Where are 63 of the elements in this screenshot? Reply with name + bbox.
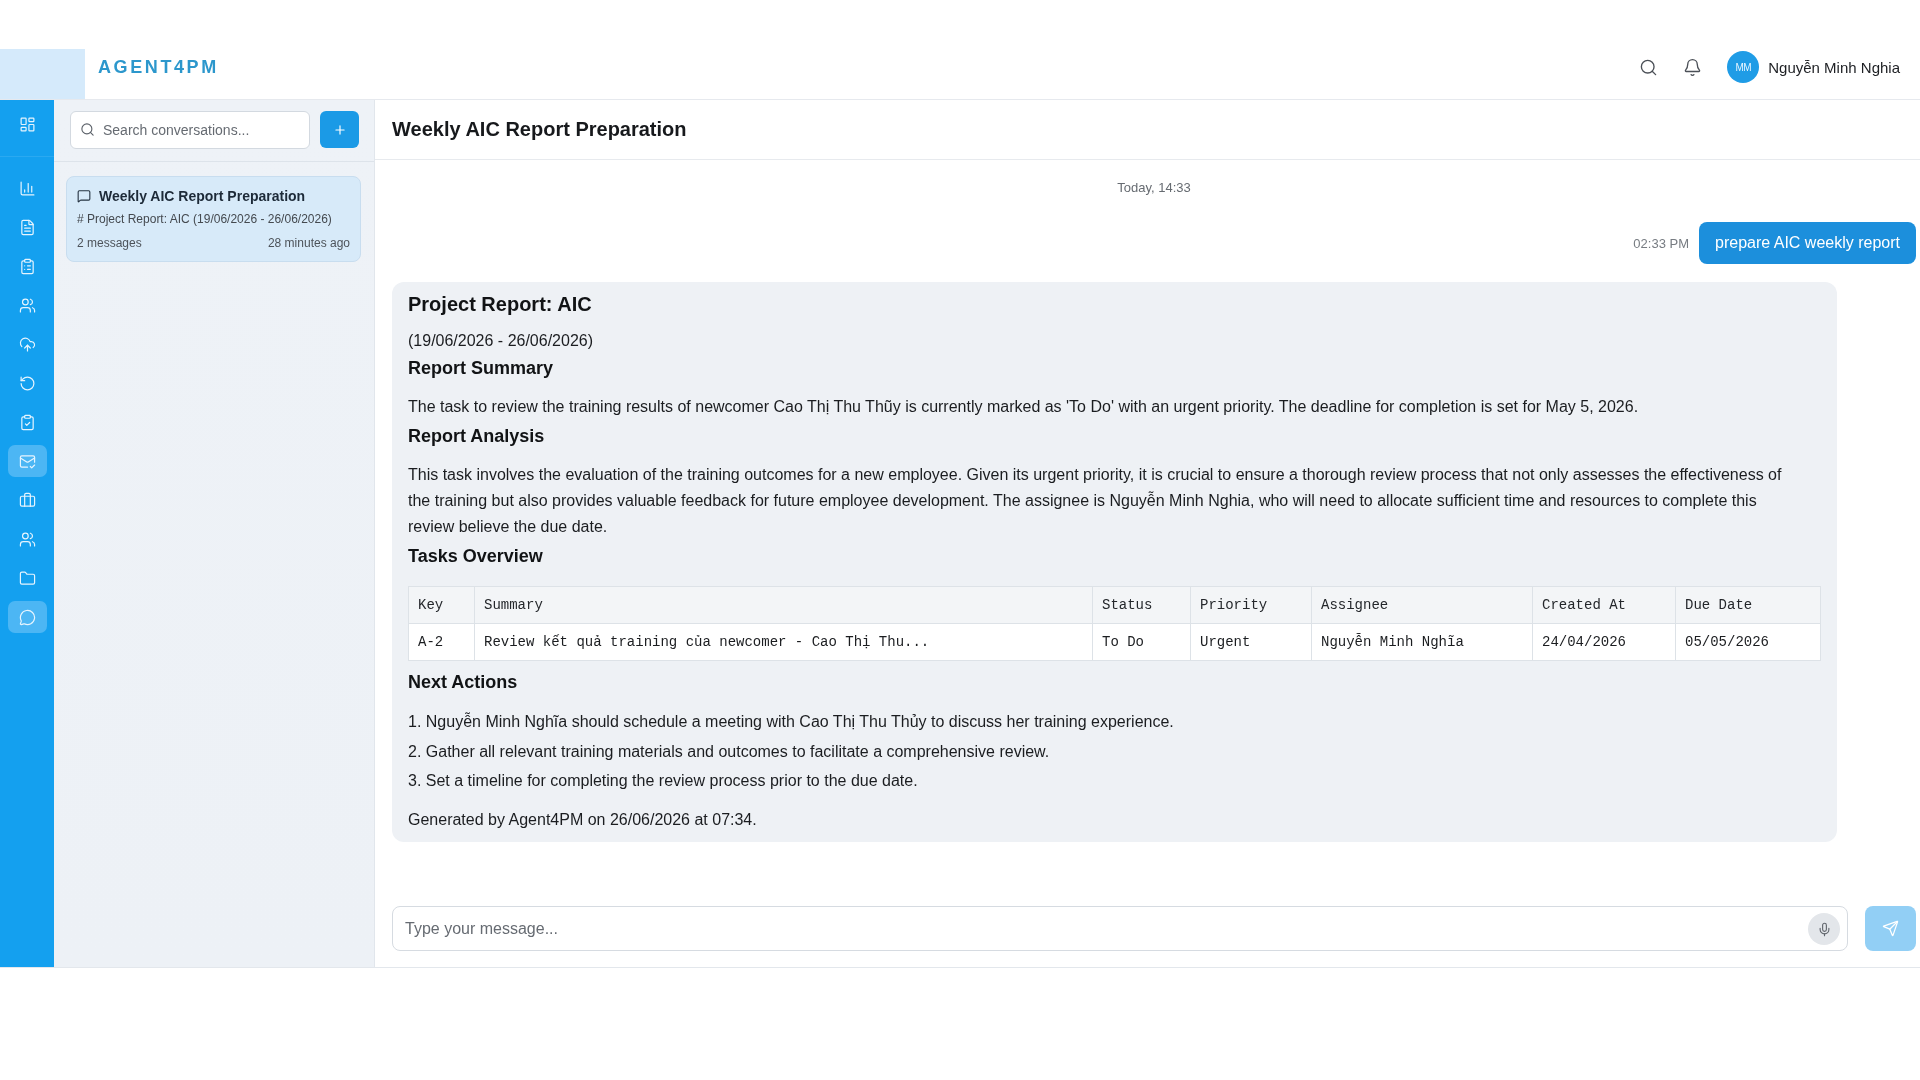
message-icon [77,189,91,203]
table-cell: Review kết quả training của newcomer - Cao Thị Thu... [474,623,1093,661]
conversation-item[interactable]: Weekly AIC Report Preparation # Project Report: AIC (19/06/2026 - 26/06/2026) 2 messages 28 minutes ago [66,176,361,262]
message-input[interactable]: Type your message... [392,906,1848,951]
clipboard-check-icon [18,413,36,431]
document-icon [18,218,36,236]
section-heading: Report Summary [408,357,555,379]
layout-icon [18,115,36,133]
conversation-time: 28 minutes ago [267,236,350,250]
section-heading: Tasks Overview [408,545,544,567]
user-name: Nguyễn Minh Nghia [1768,58,1900,76]
list-item: 2. Gather all relevant training materials and outcomes to facilitate a comprehensive review. [408,741,1051,762]
briefcase-icon [18,491,36,509]
search-icon [80,122,95,137]
rotate-icon [18,374,36,392]
plus-icon [332,122,347,137]
folder-icon [18,569,36,587]
table-header-cell: Assignee [1311,586,1533,624]
search-icon [1638,57,1658,77]
table-cell: To Do [1092,623,1191,661]
paragraph: The task to review the training results of newcomer Cao Thị Thu Thũy is currently marked as 'To Do' with an urgent priority. The deadline for completion is set for May 5, 2026. [408,397,1640,417]
clipboard-icon [18,257,36,275]
bell-icon [1682,57,1702,77]
table-header-cell: Status [1092,586,1191,624]
report-date-range: (19/06/2026 - 26/06/2026) [408,331,595,351]
table-header-cell: Key [408,586,475,624]
users-icon [18,296,36,314]
conversation-preview: # Project Report: AIC (19/06/2026 - 26/06/2026) [77,212,333,226]
generated-note: Generated by Agent4PM on 26/06/2026 at 07:34. [408,809,758,830]
table-cell: A-2 [408,623,475,661]
table-header-cell: Due Date [1675,586,1821,624]
table-cell: Nguyễn Minh Nghĩa [1311,623,1533,661]
new-conversation-button[interactable] [320,111,359,148]
conversation-title: Weekly AIC Report Preparation [99,188,306,204]
table-cell: 05/05/2026 [1675,623,1821,661]
user-message: prepare AIC weekly report [1699,222,1916,264]
section-heading: Report Analysis [408,425,546,447]
section-heading: Next Actions [408,671,519,693]
users-icon [18,530,36,548]
table-header-cell: Priority [1190,586,1312,624]
bar-chart-icon [18,179,36,197]
cloud-upload-icon [18,335,36,353]
message-time: 02:33 PM [1633,235,1689,251]
nav-button[interactable] [7,601,47,633]
list-item: 3. Set a timeline for completing the review process prior to the due date. [408,771,919,791]
chat-title: Weekly AIC Report Preparation [392,118,687,141]
date-label: Today, 14:33 [1117,180,1191,196]
app-logo: AGENT4PM [98,56,219,78]
report-title: Project Report: AIC [408,292,593,316]
user-avatar: MM [1727,51,1760,83]
send-icon [1882,920,1899,937]
table-header-cell: Summary [474,586,1093,624]
table-cell: 24/04/2026 [1532,623,1676,661]
nav-button[interactable] [7,445,47,477]
search-field[interactable]: Search conversations... [70,111,310,149]
paragraph: This task involves the evaluation of the training outcomes for a new employee. Given its urgent priority, it is crucial to ensure a thorough review process that not only assesses the effectiveness of the training but also provides valuable feedback for future employee development. The assignee is Nguyễn Minh Nghia, who will need to allocate sufficient time and resources to complete this review believe the due date. [408,465,1783,537]
mail-icon [18,452,36,470]
table-cell: Urgent [1190,623,1312,661]
microphone-icon [1816,921,1832,937]
chat-icon [18,608,36,626]
message-count: 2 messages [77,236,142,250]
list-item: 1. Nguyễn Minh Nghĩa should schedule a meeting with Cao Thị Thu Thủy to discuss her training experience. [408,711,1175,732]
table-header-cell: Created At [1532,586,1676,624]
